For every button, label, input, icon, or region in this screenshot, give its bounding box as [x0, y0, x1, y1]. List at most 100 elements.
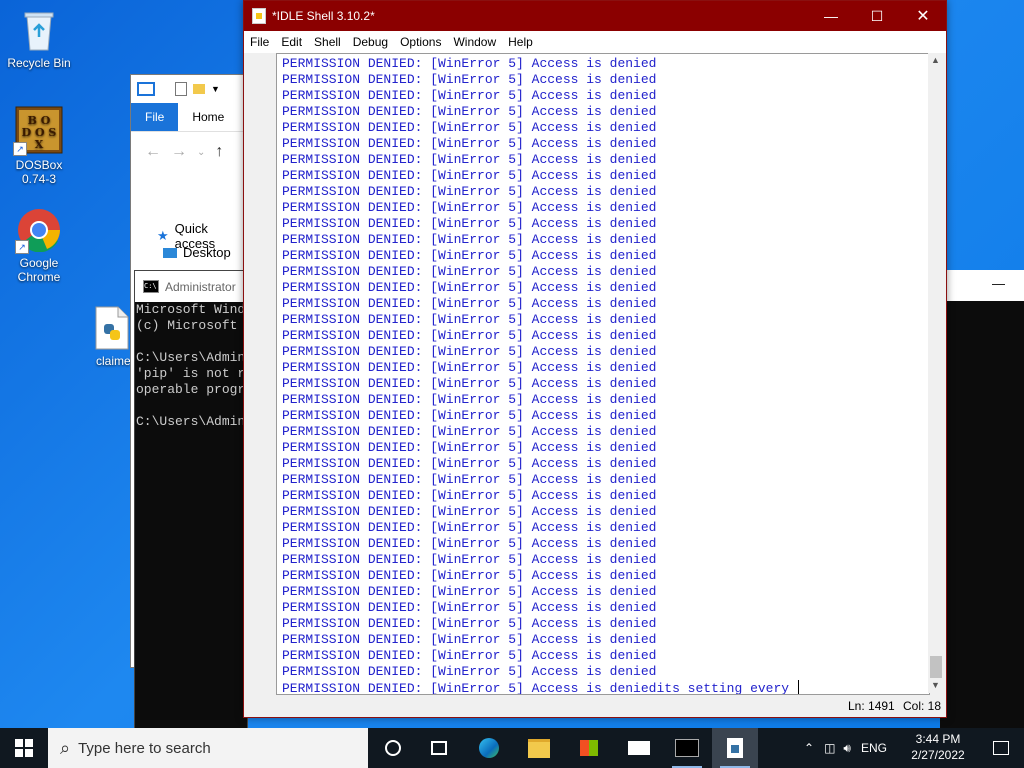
notifications-button[interactable]: [978, 728, 1024, 768]
console-line: C:\Users\Admin: [136, 350, 246, 365]
idle-shell-window[interactable]: *IDLE Shell 3.10.2* — ☐ ✕ File Edit Shel…: [243, 0, 947, 718]
search-placeholder: Type here to search: [78, 739, 211, 757]
chevron-down-icon[interactable]: ▼: [211, 84, 220, 94]
output-line: PERMISSION DENIED: [WinError 5] Access i…: [282, 648, 657, 663]
recycle-bin-icon-image: [17, 8, 61, 52]
output-line: PERMISSION DENIED: [WinError 5] Access i…: [282, 584, 657, 599]
start-button[interactable]: [0, 728, 48, 768]
taskbar-command-prompt[interactable]: [664, 728, 710, 768]
output-line: PERMISSION DENIED: [WinError 5] Access i…: [282, 472, 657, 487]
output-line: PERMISSION DENIED: [WinError 5] Access i…: [282, 184, 657, 199]
output-line: PERMISSION DENIED: [WinError 5] Access i…: [282, 440, 657, 455]
output-line: PERMISSION DENIED: [WinError 5] Access i…: [282, 552, 657, 567]
cortana-button[interactable]: [370, 728, 416, 768]
console-output[interactable]: Microsoft Wind (c) Microsoft C:\Users\Adm…: [135, 302, 247, 430]
output-line: PERMISSION DENIED: [WinError 5] Access i…: [282, 264, 657, 279]
taskbar-search-box[interactable]: ⌕ Type here to search: [48, 728, 368, 768]
command-prompt-window[interactable]: C:\ Administrator Microsoft Wind (c) Micr…: [134, 270, 248, 730]
maximize-button[interactable]: ☐: [854, 1, 900, 31]
python-file-icon: [94, 306, 130, 350]
output-line: PERMISSION DENIED: [WinError 5] Access i…: [282, 600, 657, 615]
output-line-current: PERMISSION DENIED: [WinError 5] Access i…: [282, 680, 929, 694]
tab-file[interactable]: File: [131, 103, 179, 131]
forward-icon[interactable]: →: [171, 143, 187, 161]
output-line: PERMISSION DENIED: [WinError 5] Access i…: [282, 280, 657, 295]
close-button[interactable]: ✕: [900, 1, 946, 31]
task-view-button[interactable]: [416, 728, 462, 768]
chevron-up-icon[interactable]: ⌃: [804, 741, 814, 755]
menu-window[interactable]: Window: [447, 35, 502, 49]
output-line: PERMISSION DENIED: [WinError 5] Access i…: [282, 56, 657, 71]
language-indicator[interactable]: ENG: [861, 741, 887, 755]
shortcut-arrow-icon: ↗: [13, 142, 27, 156]
output-line: PERMISSION DENIED: [WinError 5] Access i…: [282, 504, 657, 519]
scrollbar-thumb[interactable]: [930, 656, 942, 678]
output-line: PERMISSION DENIED: [WinError 5] Access i…: [282, 312, 657, 327]
taskbar-idle[interactable]: [712, 728, 758, 768]
new-folder-icon[interactable]: [193, 84, 205, 94]
svg-text:X: X: [35, 138, 44, 151]
menu-shell[interactable]: Shell: [308, 35, 347, 49]
chrome-label-line1: Google: [19, 256, 59, 270]
tab-home[interactable]: Home: [178, 103, 238, 131]
output-line: PERMISSION DENIED: [WinError 5] Access i…: [282, 152, 657, 167]
idle-titlebar: *IDLE Shell 3.10.2* — ☐ ✕: [244, 1, 946, 31]
cmd-icon: [675, 739, 699, 757]
task-view-icon: [431, 741, 447, 755]
status-bar: Ln: 1491 Col: 18: [244, 695, 946, 717]
explorer-quick-icon: [137, 82, 155, 96]
console-line: 'pip' is not r: [136, 366, 246, 381]
network-icon[interactable]: ◫: [824, 741, 835, 755]
recycle-bin-label: Recycle Bin: [7, 56, 71, 70]
menu-edit[interactable]: Edit: [275, 35, 308, 49]
up-icon[interactable]: ↑: [215, 143, 223, 161]
taskbar-mail[interactable]: [616, 728, 662, 768]
console-line: (c) Microsoft: [136, 318, 238, 333]
output-line: PERMISSION DENIED: [WinError 5] Access i…: [282, 408, 657, 423]
menu-help[interactable]: Help: [502, 35, 539, 49]
menu-file[interactable]: File: [244, 35, 275, 49]
cortana-icon: [385, 740, 401, 756]
output-line: PERMISSION DENIED: [WinError 5] Access i…: [282, 120, 657, 135]
shell-text-area[interactable]: PERMISSION DENIED: [WinError 5] Access i…: [276, 53, 930, 695]
volume-icon[interactable]: 🔊︎: [843, 741, 851, 756]
properties-icon[interactable]: [175, 82, 187, 96]
cmd-icon: C:\: [143, 280, 159, 293]
explorer-titlebar: ▼: [131, 75, 246, 103]
output-line: PERMISSION DENIED: [WinError 5] Access i…: [282, 456, 657, 471]
dosbox-shortcut[interactable]: B OD O SX ↗ DOSBox 0.74-3: [3, 106, 75, 186]
menu-debug[interactable]: Debug: [347, 35, 394, 49]
explorer-nav: ← → ⌄ ↑: [131, 132, 246, 172]
output-line: PERMISSION DENIED: [WinError 5] Access i…: [282, 424, 657, 439]
output-line: PERMISSION DENIED: [WinError 5] Access i…: [282, 168, 657, 183]
windows-logo-icon: [15, 739, 33, 757]
taskbar-file-explorer[interactable]: [516, 728, 562, 768]
dosbox-label-line1: DOSBox: [15, 158, 63, 172]
output-line: PERMISSION DENIED: [WinError 5] Access i…: [282, 216, 657, 231]
menu-bar: File Edit Shell Debug Options Window Hel…: [244, 31, 946, 53]
taskbar-store[interactable]: [566, 728, 612, 768]
chevron-down-icon[interactable]: ⌄: [197, 147, 205, 158]
window-title: *IDLE Shell 3.10.2*: [272, 9, 375, 23]
nav-desktop[interactable]: Desktop: [163, 245, 231, 260]
taskbar-edge[interactable]: [466, 728, 512, 768]
vertical-scrollbar[interactable]: ▲ ▼: [928, 53, 944, 693]
scroll-up-icon[interactable]: ▲: [931, 55, 940, 65]
minimize-icon[interactable]: —: [992, 276, 1005, 291]
scroll-down-icon[interactable]: ▼: [931, 680, 940, 690]
background-window-titlebar[interactable]: —: [940, 270, 1024, 302]
minimize-button[interactable]: —: [808, 1, 854, 31]
explorer-ribbon: File Home: [131, 103, 246, 132]
output-line: PERMISSION DENIED: [WinError 5] Access i…: [282, 520, 657, 535]
desktop-folder-icon: [163, 247, 177, 258]
recycle-bin-icon[interactable]: Recycle Bin: [3, 8, 75, 70]
back-icon[interactable]: ←: [145, 143, 161, 161]
console-line: C:\Users\Admin: [136, 414, 246, 429]
menu-options[interactable]: Options: [394, 35, 447, 49]
output-line: PERMISSION DENIED: [WinError 5] Access i…: [282, 392, 657, 407]
background-window-body: [940, 301, 1024, 728]
clock-date: 2/27/2022: [911, 748, 965, 762]
chrome-shortcut[interactable]: ↗ Google Chrome: [3, 208, 75, 284]
clock[interactable]: 3:44 PM 2/27/2022: [906, 731, 970, 763]
